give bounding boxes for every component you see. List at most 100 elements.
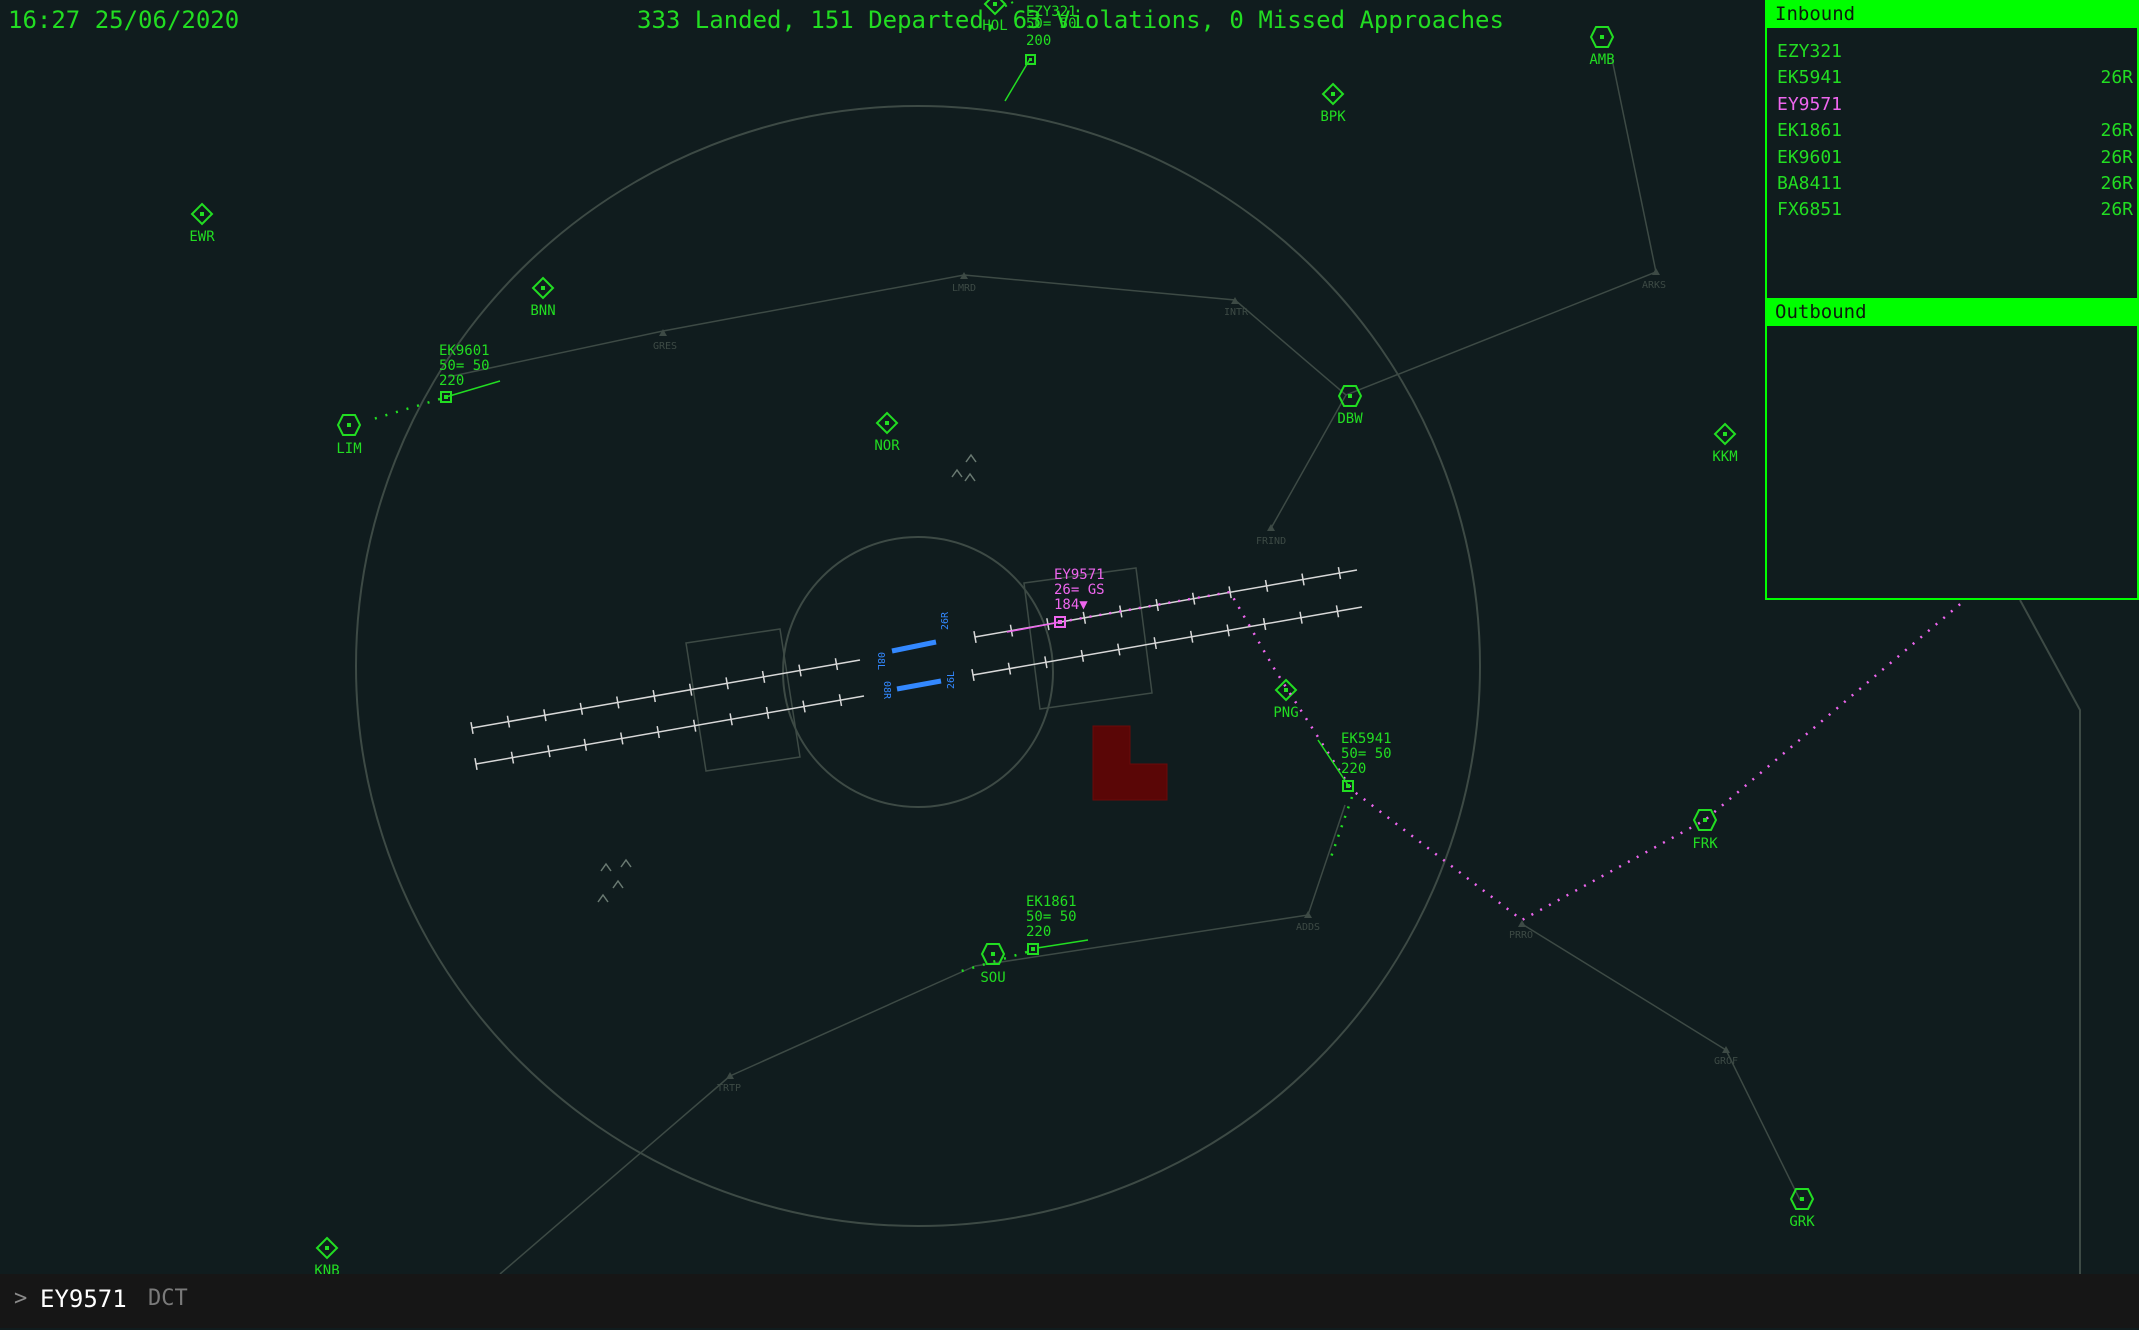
ils-tick xyxy=(1155,599,1159,612)
fix-trtp: TRTP xyxy=(717,1072,741,1094)
svg-text:ARKS: ARKS xyxy=(1642,280,1666,291)
ils-tick xyxy=(1080,649,1085,662)
svg-text:EK9601: EK9601 xyxy=(439,343,490,359)
svg-text:220: 220 xyxy=(1026,924,1051,940)
beacon-bnn[interactable]: BNN xyxy=(530,277,556,319)
command-bar: > EY9571 DCT xyxy=(0,1274,2139,1330)
ils-tick xyxy=(688,683,693,696)
aircraft-layer: EZY321 50= 50 200 EK9601 50= 50 220 EY95… xyxy=(369,1,1966,974)
strip-runway: 26R xyxy=(2100,146,2133,168)
inbound-header: Inbound xyxy=(1767,2,2137,28)
inbound-panel: Inbound EZY321 EK5941 26R EY9571 EK1861 … xyxy=(1765,0,2139,300)
airspace-boundary xyxy=(2019,599,2081,1274)
fix-adds: ADDS xyxy=(1296,911,1320,933)
flight-strip-ek9601[interactable]: EK9601 26R xyxy=(1767,145,2137,171)
ils-tick xyxy=(506,715,511,728)
flight-strip-ba8411[interactable]: BA8411 26R xyxy=(1767,171,2137,197)
ils-tick xyxy=(510,751,515,764)
svg-text:GRK: GRK xyxy=(1789,1214,1815,1230)
ils-tick xyxy=(1117,643,1121,656)
beacon-lim[interactable]: LIM xyxy=(336,414,362,457)
inner-range-ring xyxy=(782,536,1054,808)
fix-intr: INTR xyxy=(1224,297,1249,318)
ils-tick xyxy=(725,677,729,690)
strip-callsign: EK5941 xyxy=(1777,67,1843,89)
flight-strip-ek1861[interactable]: EK1861 26R xyxy=(1767,118,2137,144)
command-input[interactable] xyxy=(0,1274,2139,1330)
ils-tick xyxy=(656,726,660,739)
runway-label-08l: 08L xyxy=(875,652,886,670)
svg-text:200: 200 xyxy=(1026,33,1051,49)
svg-text:LMRD: LMRD xyxy=(952,283,976,294)
beacon-grk[interactable]: GRK xyxy=(1789,1188,1815,1230)
ils-tick xyxy=(547,745,551,758)
ils-tick xyxy=(1264,579,1269,592)
svg-text:50= 50: 50= 50 xyxy=(439,358,490,374)
aircraft-ek5941[interactable]: EK5941 50= 50 220 xyxy=(1317,731,1392,861)
flight-strip-fx6851[interactable]: FX6851 26R xyxy=(1767,197,2137,223)
fix-frind: FRIND xyxy=(1256,524,1286,547)
ils-tick xyxy=(1299,611,1303,624)
ils-tick xyxy=(834,658,839,671)
svg-text:220: 220 xyxy=(1341,761,1366,777)
svg-text:SOU: SOU xyxy=(980,970,1005,986)
ils-tick xyxy=(470,721,474,735)
runway-label-26l: 26L xyxy=(946,671,957,689)
fix-grof: GROF xyxy=(1714,1046,1738,1067)
beacons: EWR BNN LIM NOR BPK AMB DBW KKM PNG FRK … xyxy=(189,0,1815,1279)
ils-tick xyxy=(1189,630,1194,643)
ils-tick xyxy=(1007,662,1012,675)
airways xyxy=(447,58,1801,1275)
svg-text:50= 50: 50= 50 xyxy=(1341,746,1392,762)
aircraft-ek9601[interactable]: EK9601 50= 50 220 xyxy=(369,343,501,422)
runways: 08L 26R 08R 26L xyxy=(875,611,957,700)
beacon-amb[interactable]: AMB xyxy=(1589,26,1615,68)
beacon-bpk[interactable]: BPK xyxy=(1320,83,1346,125)
ils-tick xyxy=(1337,567,1342,580)
aircraft-ek1861[interactable]: EK1861 50= 50 220 xyxy=(957,894,1089,974)
restricted-area xyxy=(1092,725,1168,801)
flight-strip-ek5941[interactable]: EK5941 26R xyxy=(1767,65,2137,91)
beacon-png[interactable]: PNG xyxy=(1273,679,1299,721)
runway-08l-26r xyxy=(891,639,937,654)
ils-tick xyxy=(798,664,802,677)
svg-text:BNN: BNN xyxy=(530,303,555,319)
aircraft-ey9571[interactable]: EY9571 26= GS 184▼ xyxy=(1006,567,1966,922)
svg-text:GRES: GRES xyxy=(653,341,677,352)
outbound-header: Outbound xyxy=(1767,300,2137,326)
ils-tick xyxy=(838,694,843,707)
beacon-dbw[interactable]: DBW xyxy=(1337,385,1363,427)
beacon-kkm[interactable]: KKM xyxy=(1712,423,1738,465)
svg-text:KKM: KKM xyxy=(1712,449,1737,465)
outbound-panel: Outbound xyxy=(1765,298,2139,600)
ils-tick xyxy=(1301,573,1305,586)
ils-tick xyxy=(971,668,975,682)
ils-localizers xyxy=(471,569,1363,765)
runway-label-26r: 26R xyxy=(940,611,951,630)
svg-text:EK5941: EK5941 xyxy=(1341,731,1392,747)
ils-tick xyxy=(474,757,478,771)
ils-tick xyxy=(543,709,547,722)
ils-tick xyxy=(765,706,770,719)
svg-text:220: 220 xyxy=(439,373,464,389)
fix-prro: PRRO xyxy=(1509,920,1533,941)
flight-strip-ezy321[interactable]: EZY321 xyxy=(1767,39,2137,65)
beacon-frk[interactable]: FRK xyxy=(1692,809,1718,852)
beacon-nor[interactable]: NOR xyxy=(874,412,900,454)
svg-text:PNG: PNG xyxy=(1273,705,1298,721)
ils-tick xyxy=(583,738,588,751)
ils-tick xyxy=(1226,624,1230,637)
strip-runway: 26R xyxy=(2100,199,2133,221)
beacon-knb[interactable]: KNB xyxy=(314,1237,340,1279)
strip-callsign: EY9571 xyxy=(1777,93,1843,115)
ils-tick xyxy=(729,713,733,726)
ils-tick xyxy=(652,690,656,703)
strip-callsign: EK1861 xyxy=(1777,120,1843,142)
runway-08r-26l xyxy=(896,678,942,692)
flight-strip-ey9571[interactable]: EY9571 xyxy=(1767,92,2137,118)
ils-ticks xyxy=(470,567,1342,771)
fixes: GRES LMRD INTR ARKS FRIND ADDS PRRO GROF… xyxy=(653,268,1738,1094)
beacon-ewr[interactable]: EWR xyxy=(189,203,215,245)
ils-tick xyxy=(1082,611,1087,624)
svg-text:26= GS: 26= GS xyxy=(1054,582,1105,598)
